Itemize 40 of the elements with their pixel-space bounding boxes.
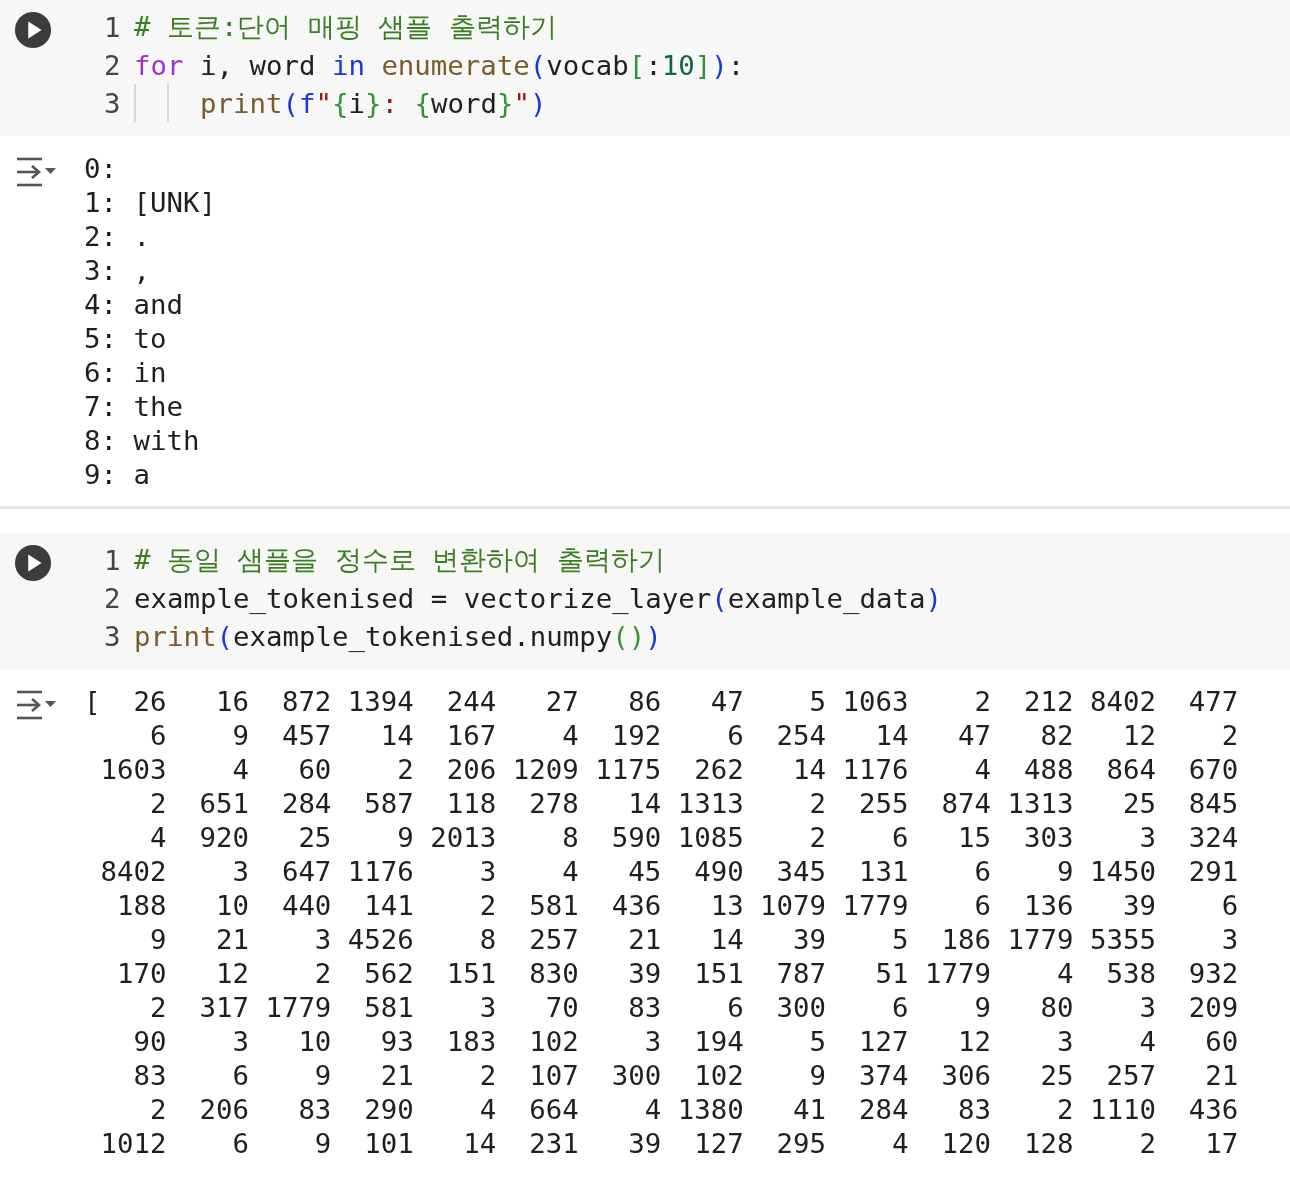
output-line: 2 206 83 290 4 664 4 1380 41 284 83 2 1110 436 [148, 1093, 1239, 1127]
output-line: 9 21 3 4526 8 257 21 14 39 5 186 1779 5355 3 [148, 923, 1239, 957]
output-line: 4: and [84, 288, 184, 322]
output-toggle-icon[interactable] [14, 156, 58, 188]
output-line: 2 317 1779 581 3 70 83 6 300 6 9 80 3 209 [148, 991, 1239, 1025]
code-line: for i, word in enumerate(vocab[:10]): [134, 49, 745, 81]
output-line: 83 6 9 21 2 107 300 102 9 374 306 25 257 21 [132, 1059, 1239, 1093]
output-line: 188 10 440 141 2 581 436 13 1079 1779 6 136 39 6 [115, 889, 1239, 923]
code-line: example_tokenised = vectorize_layer(example_data) [134, 582, 943, 614]
run-button[interactable] [14, 11, 52, 49]
code-line: print(example_tokenised.numpy()) [134, 620, 662, 652]
code-line: # 동일 샘플을 정수로 변환하여 출력하기 [134, 543, 665, 577]
output-line: 8402 3 647 1176 3 4 45 490 345 131 6 9 1450 291 [99, 855, 1239, 889]
output-line: 90 3 10 93 183 102 3 194 5 127 12 3 4 60 [132, 1025, 1239, 1059]
output-line: 0: [84, 152, 118, 186]
code-line: # 토큰:단어 매핑 샘플 출력하기 [134, 10, 557, 44]
output-line: 6 9 457 14 167 4 192 6 254 14 47 82 12 2 [148, 719, 1239, 753]
output-line: 1012 6 9 101 14 231 39 127 295 4 120 128 2 17 [99, 1127, 1239, 1161]
line-number: 2 [104, 49, 122, 81]
line-number: 1 [104, 11, 122, 43]
output-line: 3: , [84, 254, 151, 288]
output-toggle-icon[interactable] [14, 689, 58, 721]
output-line: 6: in [84, 356, 168, 390]
code-line: print(f"{i}: {word}") [200, 87, 547, 119]
output-line: 9: a [84, 458, 151, 492]
output-line: 4 920 25 9 2013 8 590 1085 2 6 15 303 3 324 [148, 821, 1239, 855]
line-number: 3 [104, 620, 122, 652]
output-line: 5: to [84, 322, 168, 356]
output-line: 8: with [84, 424, 201, 458]
output-line: 7: the [84, 390, 184, 424]
output-line: [ 26 16 872 1394 244 27 86 47 5 1063 2 212 8402 477 [84, 685, 1239, 719]
output-line: 1603 4 60 2 206 1209 1175 262 14 1176 4 488 864 670 [99, 753, 1239, 787]
run-button[interactable] [14, 544, 52, 582]
line-number: 1 [104, 544, 122, 576]
output-line: 1: [UNK] [84, 186, 216, 220]
output-line: 2 651 284 587 118 278 14 1313 2 255 874 1313 25 845 [148, 787, 1239, 821]
line-number: 3 [104, 87, 122, 119]
output-line: 2: . [84, 220, 151, 254]
line-number: 2 [104, 582, 122, 614]
output-line: 170 12 2 562 151 830 39 151 787 51 1779 4 538 932 [115, 957, 1239, 991]
